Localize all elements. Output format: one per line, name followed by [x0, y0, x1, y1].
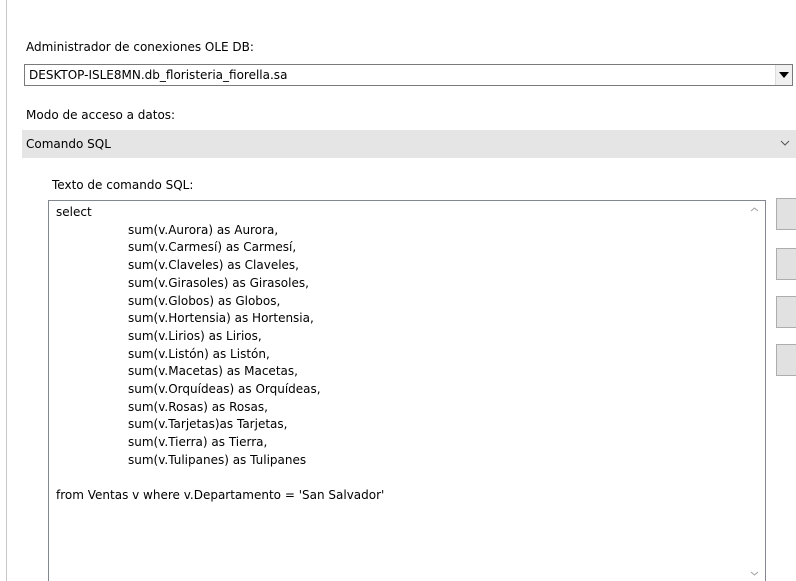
side-button-3[interactable]	[776, 296, 796, 328]
sql-command-text[interactable]: select sum(v.Aurora) as Aurora, sum(v.Carm…	[56, 204, 384, 505]
sql-line: sum(v.Tulipanes) as Tulipanes	[128, 452, 307, 467]
connection-manager-combobox[interactable]: DESKTOP-ISLE8MN.db_floristeria_fiorella.…	[24, 64, 793, 86]
connection-manager-label: Administrador de conexiones OLE DB:	[26, 40, 254, 54]
sql-line: sum(v.Tarjetas)as Tarjetas,	[128, 417, 288, 432]
connection-manager-value: DESKTOP-ISLE8MN.db_floristeria_fiorella.…	[29, 68, 288, 82]
sql-line: sum(v.Girasoles) as Girasoles,	[128, 275, 309, 290]
sql-line: from Ventas v where v.Departamento = 'Sa…	[56, 488, 385, 503]
sql-line: sum(v.Listón) as Listón,	[128, 346, 270, 361]
data-access-mode-value: Comando SQL	[26, 137, 111, 151]
sql-line: sum(v.Orquídeas) as Orquídeas,	[128, 382, 321, 397]
scroll-down-icon[interactable]	[749, 569, 759, 577]
chevron-down-icon[interactable]	[778, 136, 792, 150]
side-button-4[interactable]	[776, 344, 796, 376]
sql-line: sum(v.Globos) as Globos,	[128, 293, 281, 308]
sql-line: select	[56, 205, 92, 219]
side-button-1[interactable]	[776, 198, 796, 230]
panel-left-border	[6, 0, 7, 581]
sql-line: sum(v.Macetas) as Macetas,	[128, 364, 298, 379]
sql-line: sum(v.Aurora) as Aurora,	[128, 222, 279, 237]
scroll-up-icon[interactable]	[749, 205, 759, 213]
sql-line: sum(v.Carmesí) as Carmesí,	[128, 240, 297, 255]
sql-line: sum(v.Tierra) as Tierra,	[128, 435, 268, 450]
sql-command-label: Texto de comando SQL:	[52, 178, 194, 192]
sql-line: sum(v.Claveles) as Claveles,	[128, 258, 299, 273]
sql-line-blank: ​	[56, 470, 384, 488]
sql-line: sum(v.Rosas) as Rosas,	[128, 399, 268, 414]
data-access-mode-label: Modo de acceso a datos:	[26, 108, 176, 122]
data-access-mode-select[interactable]: Comando SQL	[22, 130, 796, 158]
dropdown-arrow-icon[interactable]	[775, 65, 792, 85]
sql-command-textarea[interactable]: select sum(v.Aurora) as Aurora, sum(v.Carm…	[48, 200, 766, 581]
sql-line: sum(v.Lirios) as Lirios,	[128, 328, 262, 343]
sql-line: sum(v.Hortensia) as Hortensia,	[128, 311, 314, 326]
side-button-2[interactable]	[776, 248, 796, 280]
